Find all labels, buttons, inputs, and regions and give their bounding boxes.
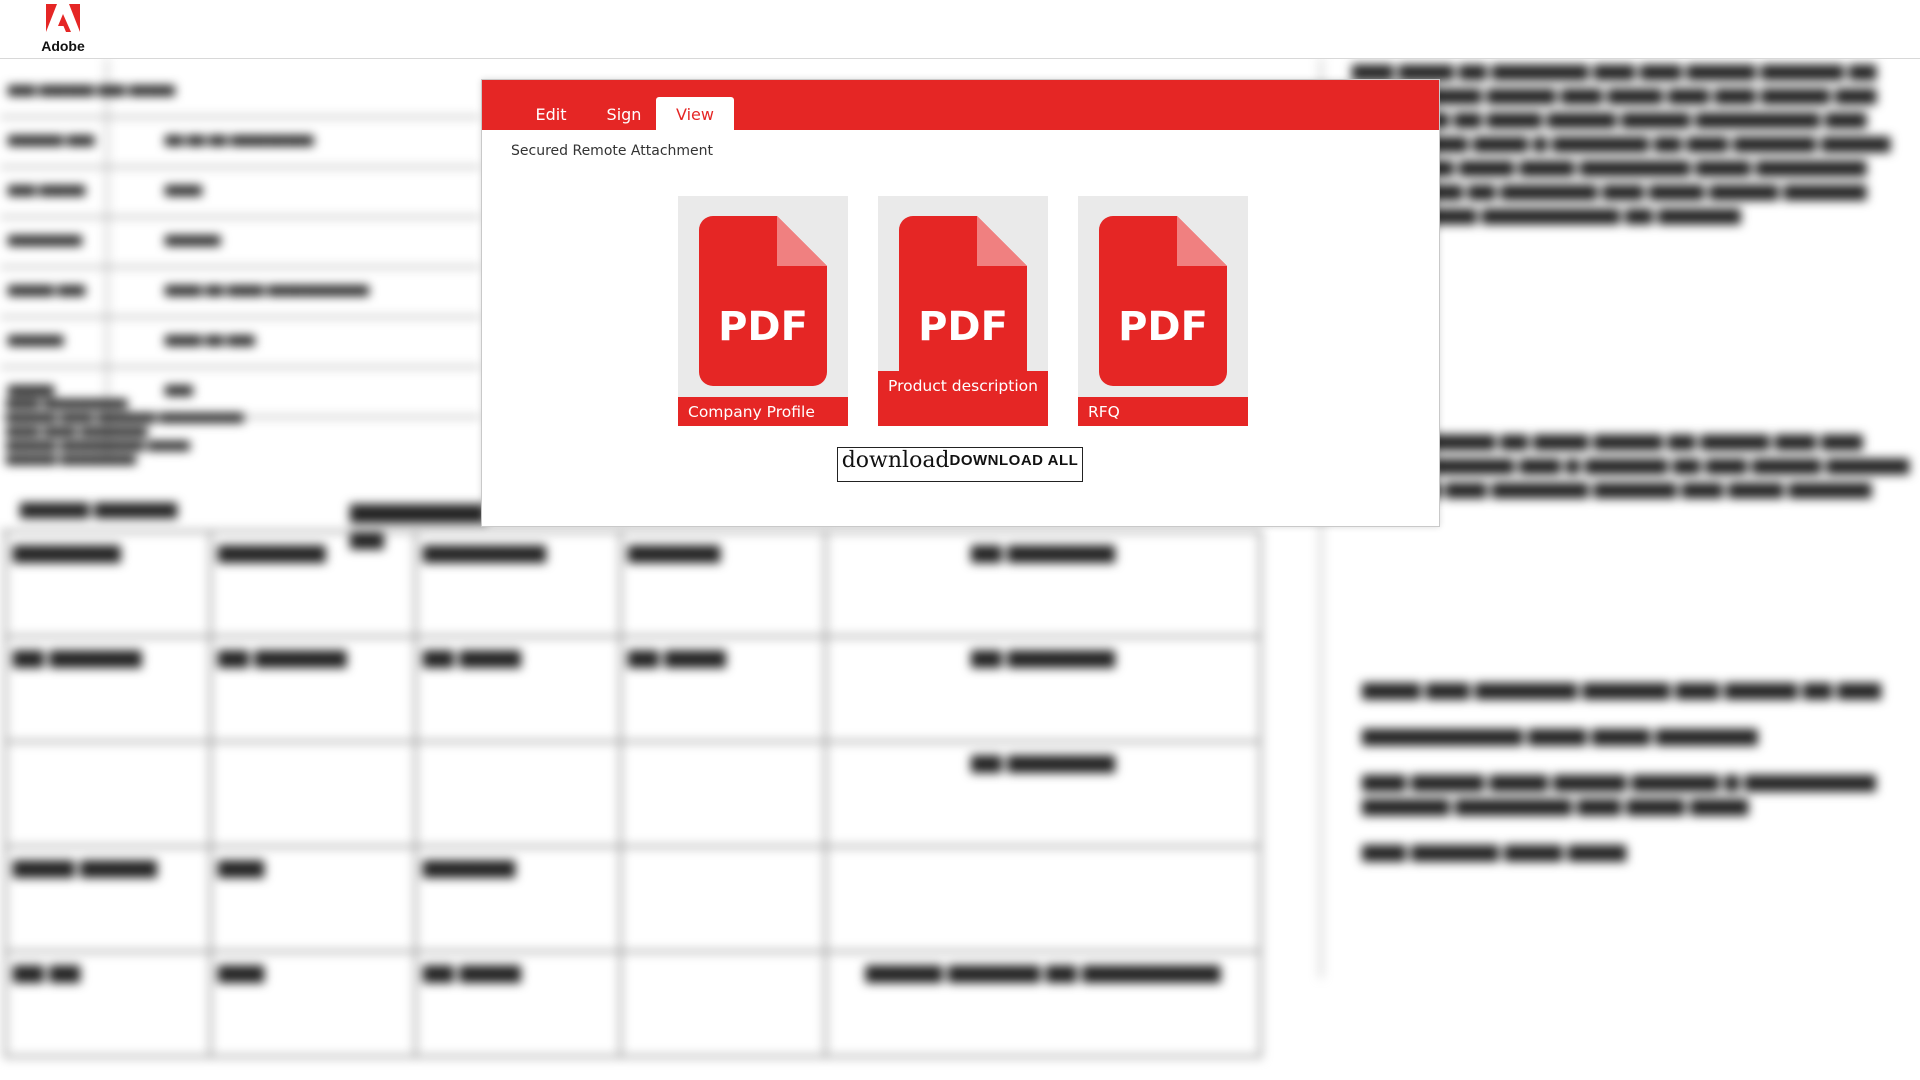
bg-row: ▆▆▆▆▆▆▆▆ ▆▆▆▆▆▆: [0, 218, 480, 268]
bg-section-bar: ▆▆▆▆▆ ▆▆▆▆▆▆ ▆▆▆▆▆▆▆▆ ▆▆: [0, 490, 485, 549]
adobe-logo-icon: [46, 4, 80, 32]
tab-view[interactable]: View: [656, 97, 734, 130]
adobe-logo-text: Adobe: [41, 38, 85, 54]
file-card-product-description[interactable]: PDF Product description: [878, 196, 1048, 426]
tab-edit[interactable]: Edit: [522, 97, 580, 130]
file-label: Product description: [878, 371, 1048, 426]
bg-bank-block: ▆▆▆▆ ▆▆▆▆▆▆▆▆▆▆ ▆▆▆▆▆▆ ▆▆▆▆ ▆▆▆▆▆▆▆ ▆▆▆▆▆…: [6, 397, 244, 465]
bg-row: ▆▆▆▆▆▆ ▆▆▆ ▆▆ ▆▆ ▆▆ ▆▆▆▆▆▆▆▆▆: [0, 118, 480, 168]
download-all-button[interactable]: downloadDOWNLOAD ALL: [837, 447, 1083, 482]
tab-sign[interactable]: Sign: [592, 97, 656, 130]
modal-subtitle: Secured Remote Attachment: [511, 143, 714, 159]
bg-row: ▆▆▆ ▆▆▆▆▆▆ ▆▆▆ ▆▆▆▆▆: [0, 68, 480, 118]
file-card-rfq[interactable]: PDF RFQ: [1078, 196, 1248, 426]
pdf-icon-text: PDF: [918, 304, 1008, 350]
file-label: RFQ: [1078, 397, 1248, 426]
pdf-icon-text: PDF: [718, 304, 808, 350]
pdf-icon: PDF: [1099, 216, 1227, 390]
file-card-company-profile[interactable]: PDF Company Profile: [678, 196, 848, 426]
bg-footer-info: ▆▆▆▆ ▆▆▆ ▆▆▆▆▆▆▆ ▆▆▆▆▆▆ ▆▆▆ ▆▆▆▆▆ ▆▆ ▆▆▆…: [1362, 679, 1882, 862]
attachment-modal: Edit Sign View Secured Remote Attachment…: [481, 79, 1440, 527]
pdf-icon-text: PDF: [1118, 304, 1208, 350]
bg-row: ▆▆▆▆▆▆ ▆▆▆▆ ▆▆ ▆▆▆: [0, 318, 480, 368]
bg-row: ▆▆▆▆▆ ▆▆▆ ▆▆▆▆ ▆▆ ▆▆▆▆ ▆▆▆▆▆▆▆▆▆▆▆: [0, 268, 480, 318]
top-bar: Adobe: [0, 0, 1920, 59]
pdf-icon: PDF: [899, 216, 1027, 390]
download-icon: download: [841, 448, 950, 473]
download-all-label: DOWNLOAD ALL: [949, 452, 1079, 469]
file-label: Company Profile: [678, 397, 848, 426]
pdf-icon: PDF: [699, 216, 827, 390]
modal-toolbar: Edit Sign View: [482, 80, 1439, 130]
adobe-logo: Adobe: [38, 4, 88, 54]
bg-row: ▆▆▆ ▆▆▆▆▆ ▆▆▆▆: [0, 168, 480, 218]
bg-order-table: ▆▆▆▆▆▆▆ ▆▆▆▆▆▆▆ ▆▆▆▆▆▆▆▆ ▆▆▆▆▆▆ ▆▆ ▆▆▆▆▆▆▆ ▆…: [4, 530, 1262, 1058]
